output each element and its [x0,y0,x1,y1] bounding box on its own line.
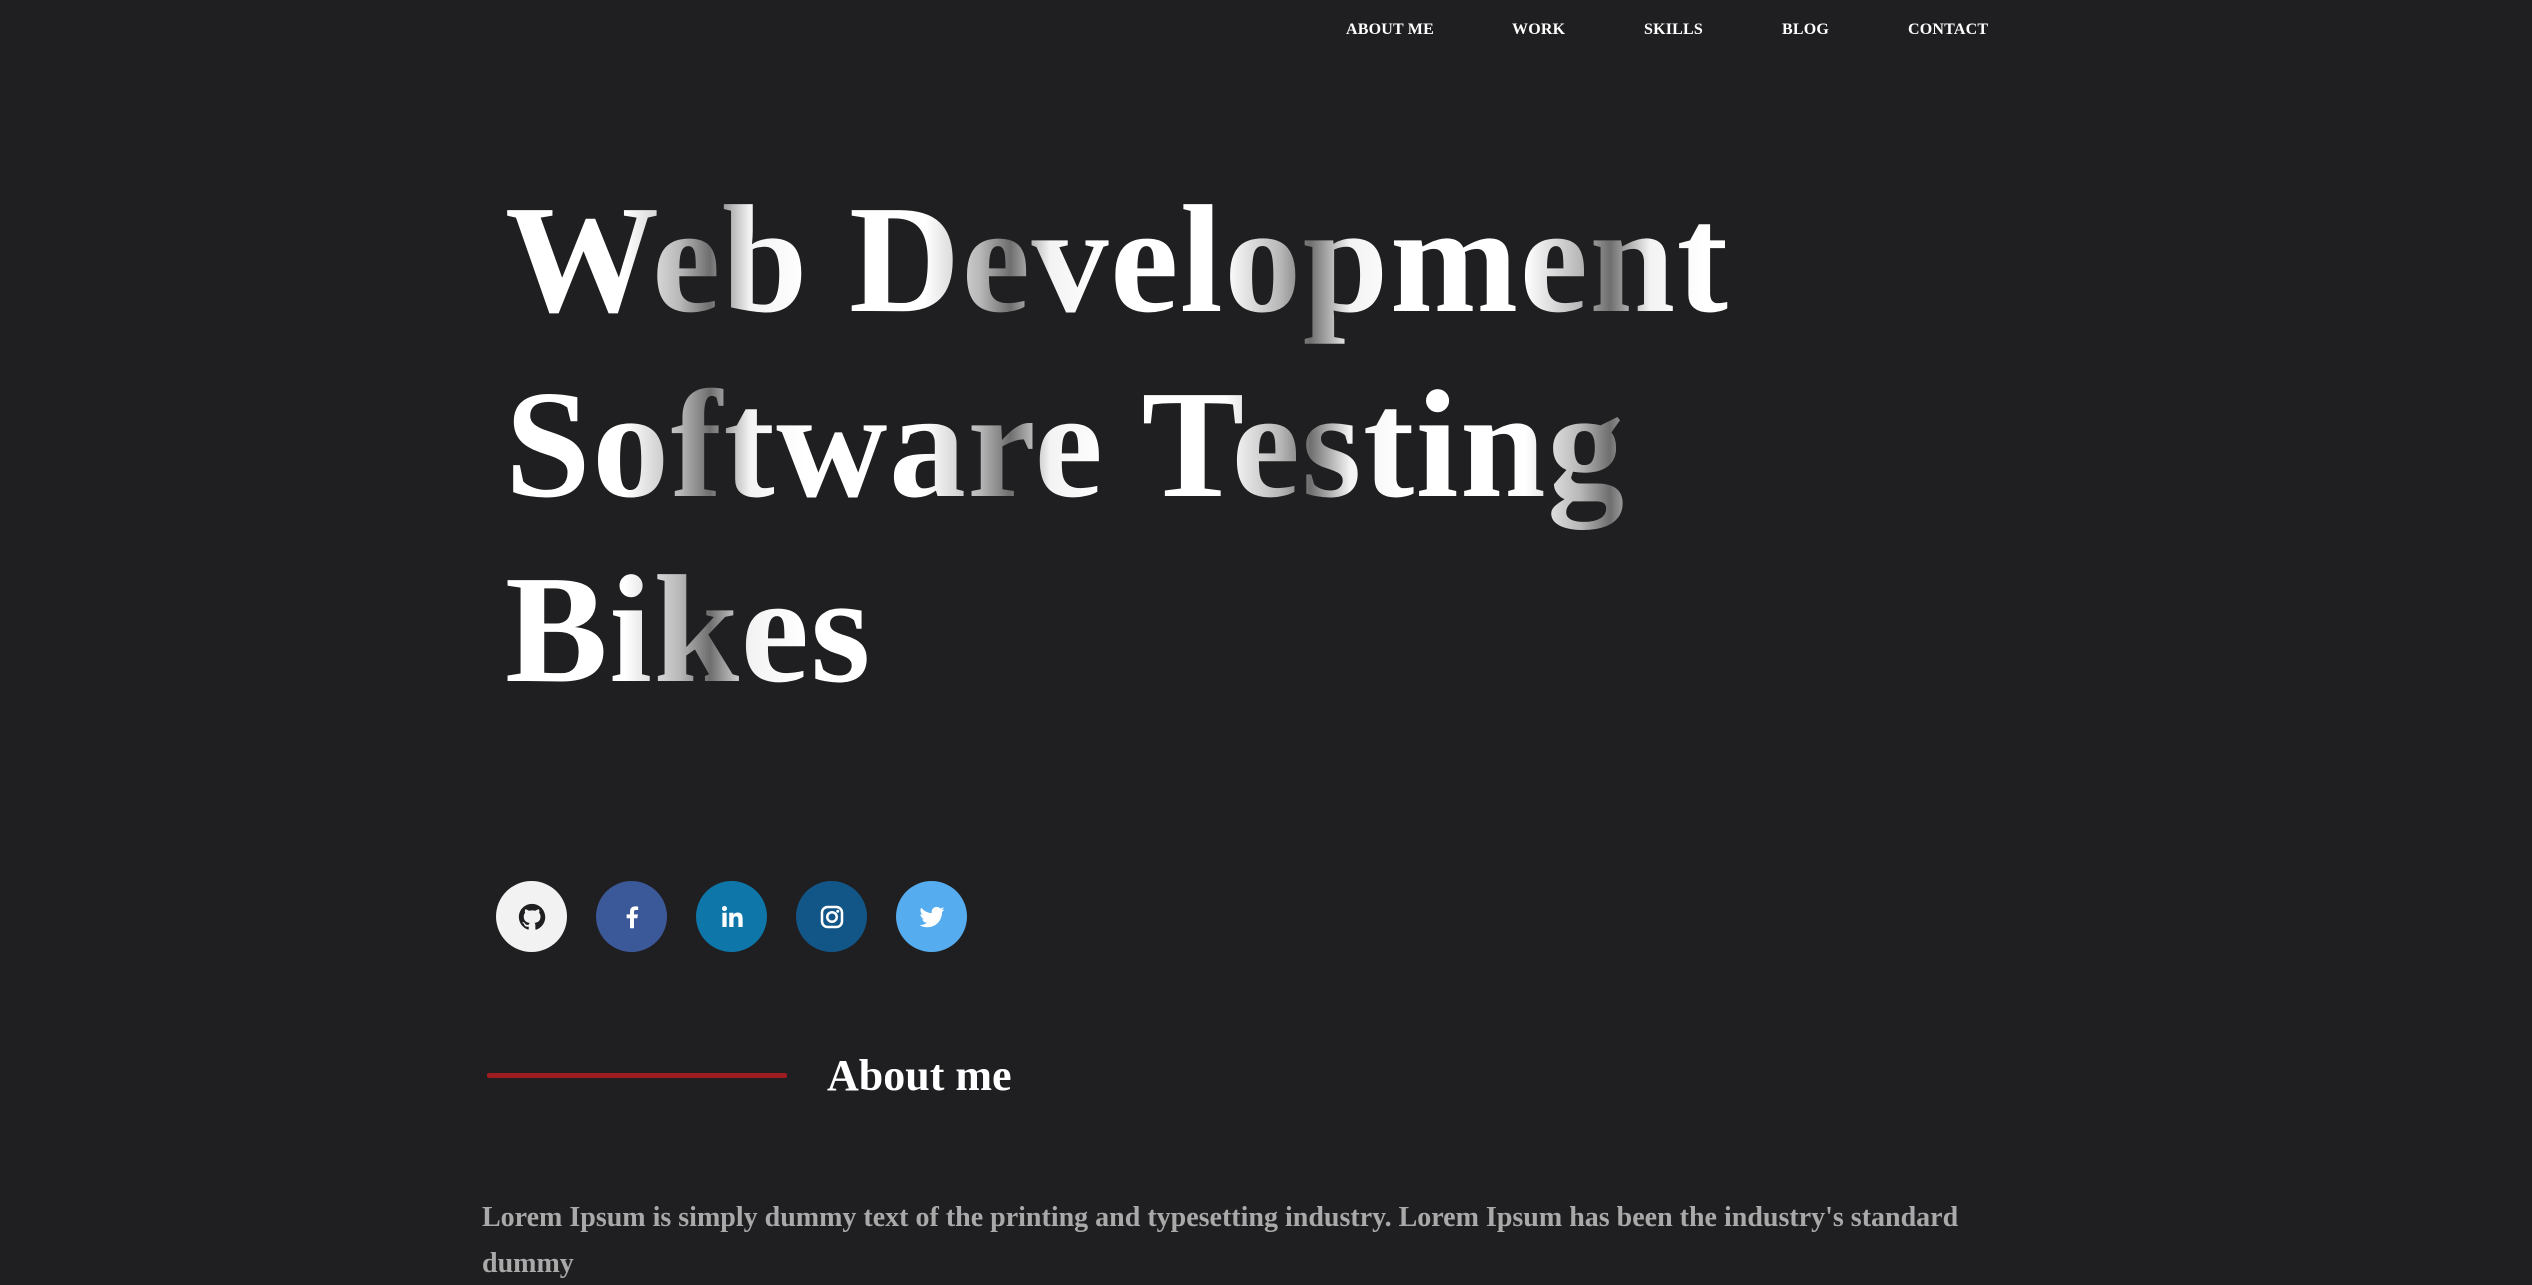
hero-line-software-testing: Software Testing [505,355,1626,535]
page: ABOUT ME WORK SKILLS BLOG CONTACT Web De… [0,0,2532,1285]
instagram-button[interactable] [796,881,867,952]
about-body: Lorem Ipsum is simply dummy text of the … [482,1202,1959,1279]
github-button[interactable] [496,881,567,952]
about-title: About me [827,1051,1012,1100]
linkedin-icon [721,905,743,927]
twitter-button[interactable] [896,881,967,952]
twitter-icon [919,906,944,927]
facebook-icon [626,905,638,928]
nav-about-me[interactable]: ABOUT ME [1346,21,1434,39]
linkedin-button[interactable] [696,881,767,952]
github-icon [518,903,545,930]
instagram-icon [820,905,843,928]
nav-blog[interactable]: BLOG [1782,21,1829,39]
facebook-button[interactable] [596,881,667,952]
about-divider [487,1073,787,1078]
hero-line-web-development: Web Development [505,170,1729,350]
hero-line-bikes: Bikes [505,540,872,720]
nav-skills[interactable]: SKILLS [1644,21,1703,39]
nav-contact[interactable]: CONTACT [1908,21,1988,39]
nav-work[interactable]: WORK [1512,21,1565,39]
